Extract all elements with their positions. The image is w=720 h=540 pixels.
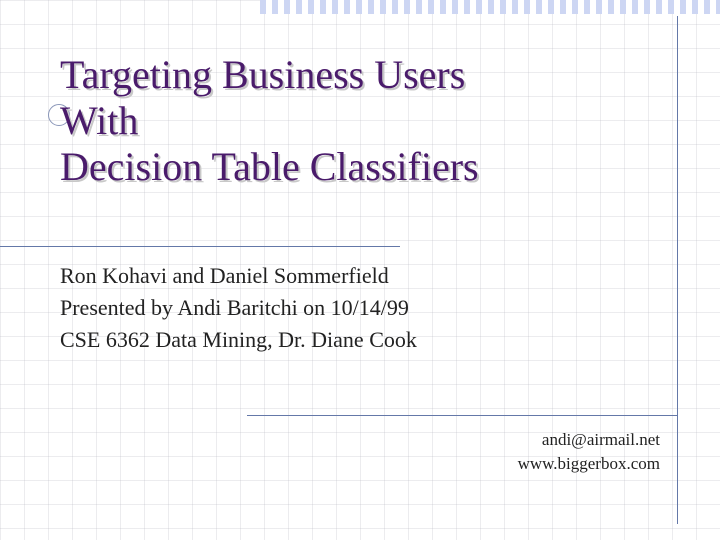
footer-email: andi@airmail.net: [518, 428, 660, 452]
title-line-2: With: [60, 98, 138, 143]
top-stripe-decoration: [260, 0, 720, 14]
presented-line: Presented by Andi Baritchi on 10/14/99: [60, 292, 417, 324]
horizontal-rule-lower: [247, 415, 677, 416]
slide-title: Targeting Business Users With Decision T…: [60, 52, 620, 190]
slide-footer: andi@airmail.net www.biggerbox.com: [518, 428, 660, 476]
horizontal-rule-upper: [0, 246, 400, 247]
vertical-rule-right: [677, 16, 678, 524]
title-line-1: Targeting Business Users: [60, 52, 465, 97]
authors-line: Ron Kohavi and Daniel Sommerfield: [60, 260, 417, 292]
footer-url: www.biggerbox.com: [518, 452, 660, 476]
course-line: CSE 6362 Data Mining, Dr. Diane Cook: [60, 324, 417, 356]
slide-body: Ron Kohavi and Daniel Sommerfield Presen…: [60, 260, 417, 356]
title-line-3: Decision Table Classifiers: [60, 144, 479, 189]
